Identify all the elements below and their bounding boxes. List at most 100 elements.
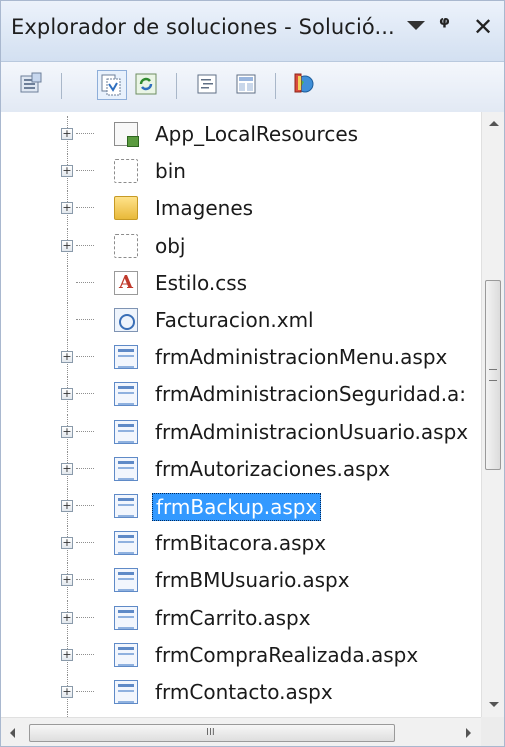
tree-item-label: Facturacion.xml: [155, 308, 314, 332]
tree-item-label: frmCarrito.aspx: [155, 605, 311, 630]
view-code-icon: [197, 74, 217, 94]
scroll-right-arrow-icon[interactable]: [466, 728, 471, 738]
tree-item[interactable]: + frmBitacora.aspx: [1, 525, 481, 562]
expand-icon[interactable]: +: [61, 388, 73, 401]
vertical-scrollbar-thumb[interactable]: [485, 280, 501, 470]
tree-connector-line: [76, 356, 94, 358]
expand-icon[interactable]: +: [61, 500, 73, 512]
tree-item-label: frmAdministracionMenu.aspx: [155, 345, 448, 370]
tree-item[interactable]: + frmAdministracionUsuario.aspx: [1, 413, 481, 450]
view-code-button[interactable]: [193, 70, 223, 100]
tree-connector-line: [76, 505, 94, 506]
window-position-dropdown-icon[interactable]: [407, 21, 425, 30]
tree-item-label: frmContacto.aspx: [155, 680, 333, 704]
tree-item[interactable]: + frmAdministracionMenu.aspx: [1, 339, 481, 376]
horizontal-scrollbar-thumb[interactable]: III: [29, 724, 395, 742]
pin-icon[interactable]: ᵠ: [439, 13, 450, 38]
horizontal-scrollbar[interactable]: III: [1, 717, 481, 746]
tree-item[interactable]: + frmBackup.aspx: [1, 488, 481, 524]
tree-item[interactable]: A Estilo.css: [1, 264, 481, 301]
refresh-icon: [135, 73, 157, 95]
aspx-file-icon: [114, 642, 138, 667]
tree-connector-line: [76, 207, 94, 209]
show-all-files-button[interactable]: [97, 70, 127, 100]
tree-item[interactable]: + frmCarrito.aspx: [1, 599, 481, 636]
tree-item-label: frmBMUsuario.aspx: [155, 568, 350, 593]
copy-website-button[interactable]: [290, 70, 320, 100]
scroll-down-arrow-icon[interactable]: [489, 702, 499, 707]
expand-icon[interactable]: +: [61, 351, 73, 364]
tree-guide-line: [67, 302, 68, 338]
expand-icon[interactable]: +: [61, 648, 73, 661]
expand-icon[interactable]: +: [61, 462, 73, 475]
hidden-folder-icon: [114, 233, 138, 258]
folder-icon: [114, 196, 138, 221]
refresh-button[interactable]: [132, 70, 162, 100]
tree-item-label: frmAutorizaciones.aspx: [155, 456, 391, 481]
solution-explorer-panel: Explorador de soluciones - Solució... ᵠ …: [0, 0, 505, 747]
solution-tree[interactable]: + App_LocalResources + bin + Imagenes + obj A Est…: [1, 112, 481, 717]
view-designer-button[interactable]: [232, 70, 262, 100]
tree-item[interactable]: + frmBMUsuario.aspx: [1, 562, 481, 599]
tree-item-label: frmCompraRealizada.aspx: [155, 642, 419, 667]
tree-item-label: Imagenes: [155, 196, 254, 221]
tree-item[interactable]: + frmAdministracionSeguridad.a:: [1, 376, 481, 413]
tree-connector-line: [76, 542, 94, 544]
scroll-left-arrow-icon[interactable]: [10, 728, 15, 738]
toolbar: [1, 62, 504, 113]
tree-item[interactable]: + bin: [1, 153, 481, 190]
tree-connector-line: [76, 319, 94, 320]
aspx-file-icon: [114, 494, 138, 518]
tree-item[interactable]: + App_LocalResources: [1, 116, 481, 152]
properties-icon: [20, 72, 42, 93]
tree-connector-line: [76, 281, 94, 283]
expand-icon[interactable]: +: [61, 425, 73, 438]
properties-button[interactable]: [17, 70, 47, 100]
tree-guide-line: [67, 264, 68, 301]
tree-connector-line: [76, 467, 94, 469]
expand-icon[interactable]: +: [61, 537, 73, 550]
tree-item[interactable]: + frmCompraRealizada.aspx: [1, 636, 481, 673]
panel-titlebar[interactable]: Explorador de soluciones - Solució... ᵠ …: [1, 1, 504, 62]
vertical-scrollbar[interactable]: [481, 112, 504, 717]
expand-icon[interactable]: +: [61, 128, 73, 140]
scroll-up-arrow-icon[interactable]: [489, 121, 499, 126]
hidden-folder-icon: [114, 159, 138, 184]
tree-item-label: bin: [155, 159, 186, 184]
expand-icon[interactable]: +: [61, 202, 73, 215]
scrollbar-corner: [481, 717, 504, 746]
tree-connector-line: [76, 653, 94, 655]
expand-icon[interactable]: +: [61, 574, 73, 587]
tree-item[interactable]: + Imagenes: [1, 190, 481, 227]
expand-icon[interactable]: +: [61, 611, 73, 624]
tree-item[interactable]: + frmContacto.aspx: [1, 674, 481, 710]
tree-item-label: frmAdministracionSeguridad.a:: [155, 382, 467, 407]
tree-connector-line: [76, 691, 94, 692]
xml-file-icon: [114, 308, 138, 332]
aspx-file-icon: [114, 605, 138, 630]
tree-item-label: frmAdministracionUsuario.aspx: [155, 419, 469, 444]
tree-connector-line: [76, 170, 94, 172]
tree-connector-line: [76, 430, 94, 432]
tree-item-label: Estilo.css: [155, 270, 248, 295]
tree-item[interactable]: + frmAutorizaciones.aspx: [1, 450, 481, 487]
tree-item[interactable]: + obj: [1, 227, 481, 264]
toolbar-separator: [61, 73, 62, 99]
tree-item-label: obj: [155, 233, 186, 258]
aspx-file-icon: [114, 531, 138, 556]
expand-icon[interactable]: +: [61, 686, 73, 698]
aspx-file-icon: [114, 680, 138, 704]
tree-item-label: frmBackup.aspx: [152, 493, 322, 521]
show-all-files-icon: [101, 74, 121, 96]
tree-connector-line: [76, 616, 94, 618]
close-icon[interactable]: ✕: [473, 13, 493, 41]
expand-icon[interactable]: +: [61, 239, 73, 252]
aspx-file-icon: [114, 382, 138, 407]
grip-icon: III: [206, 727, 215, 738]
tree-item[interactable]: Facturacion.xml: [1, 302, 481, 338]
tree-connector-line: [76, 579, 94, 581]
toolbar-separator: [176, 73, 177, 99]
tree-item-label: frmBitacora.aspx: [155, 531, 327, 556]
aspx-file-icon: [114, 568, 138, 593]
expand-icon[interactable]: +: [61, 165, 73, 178]
